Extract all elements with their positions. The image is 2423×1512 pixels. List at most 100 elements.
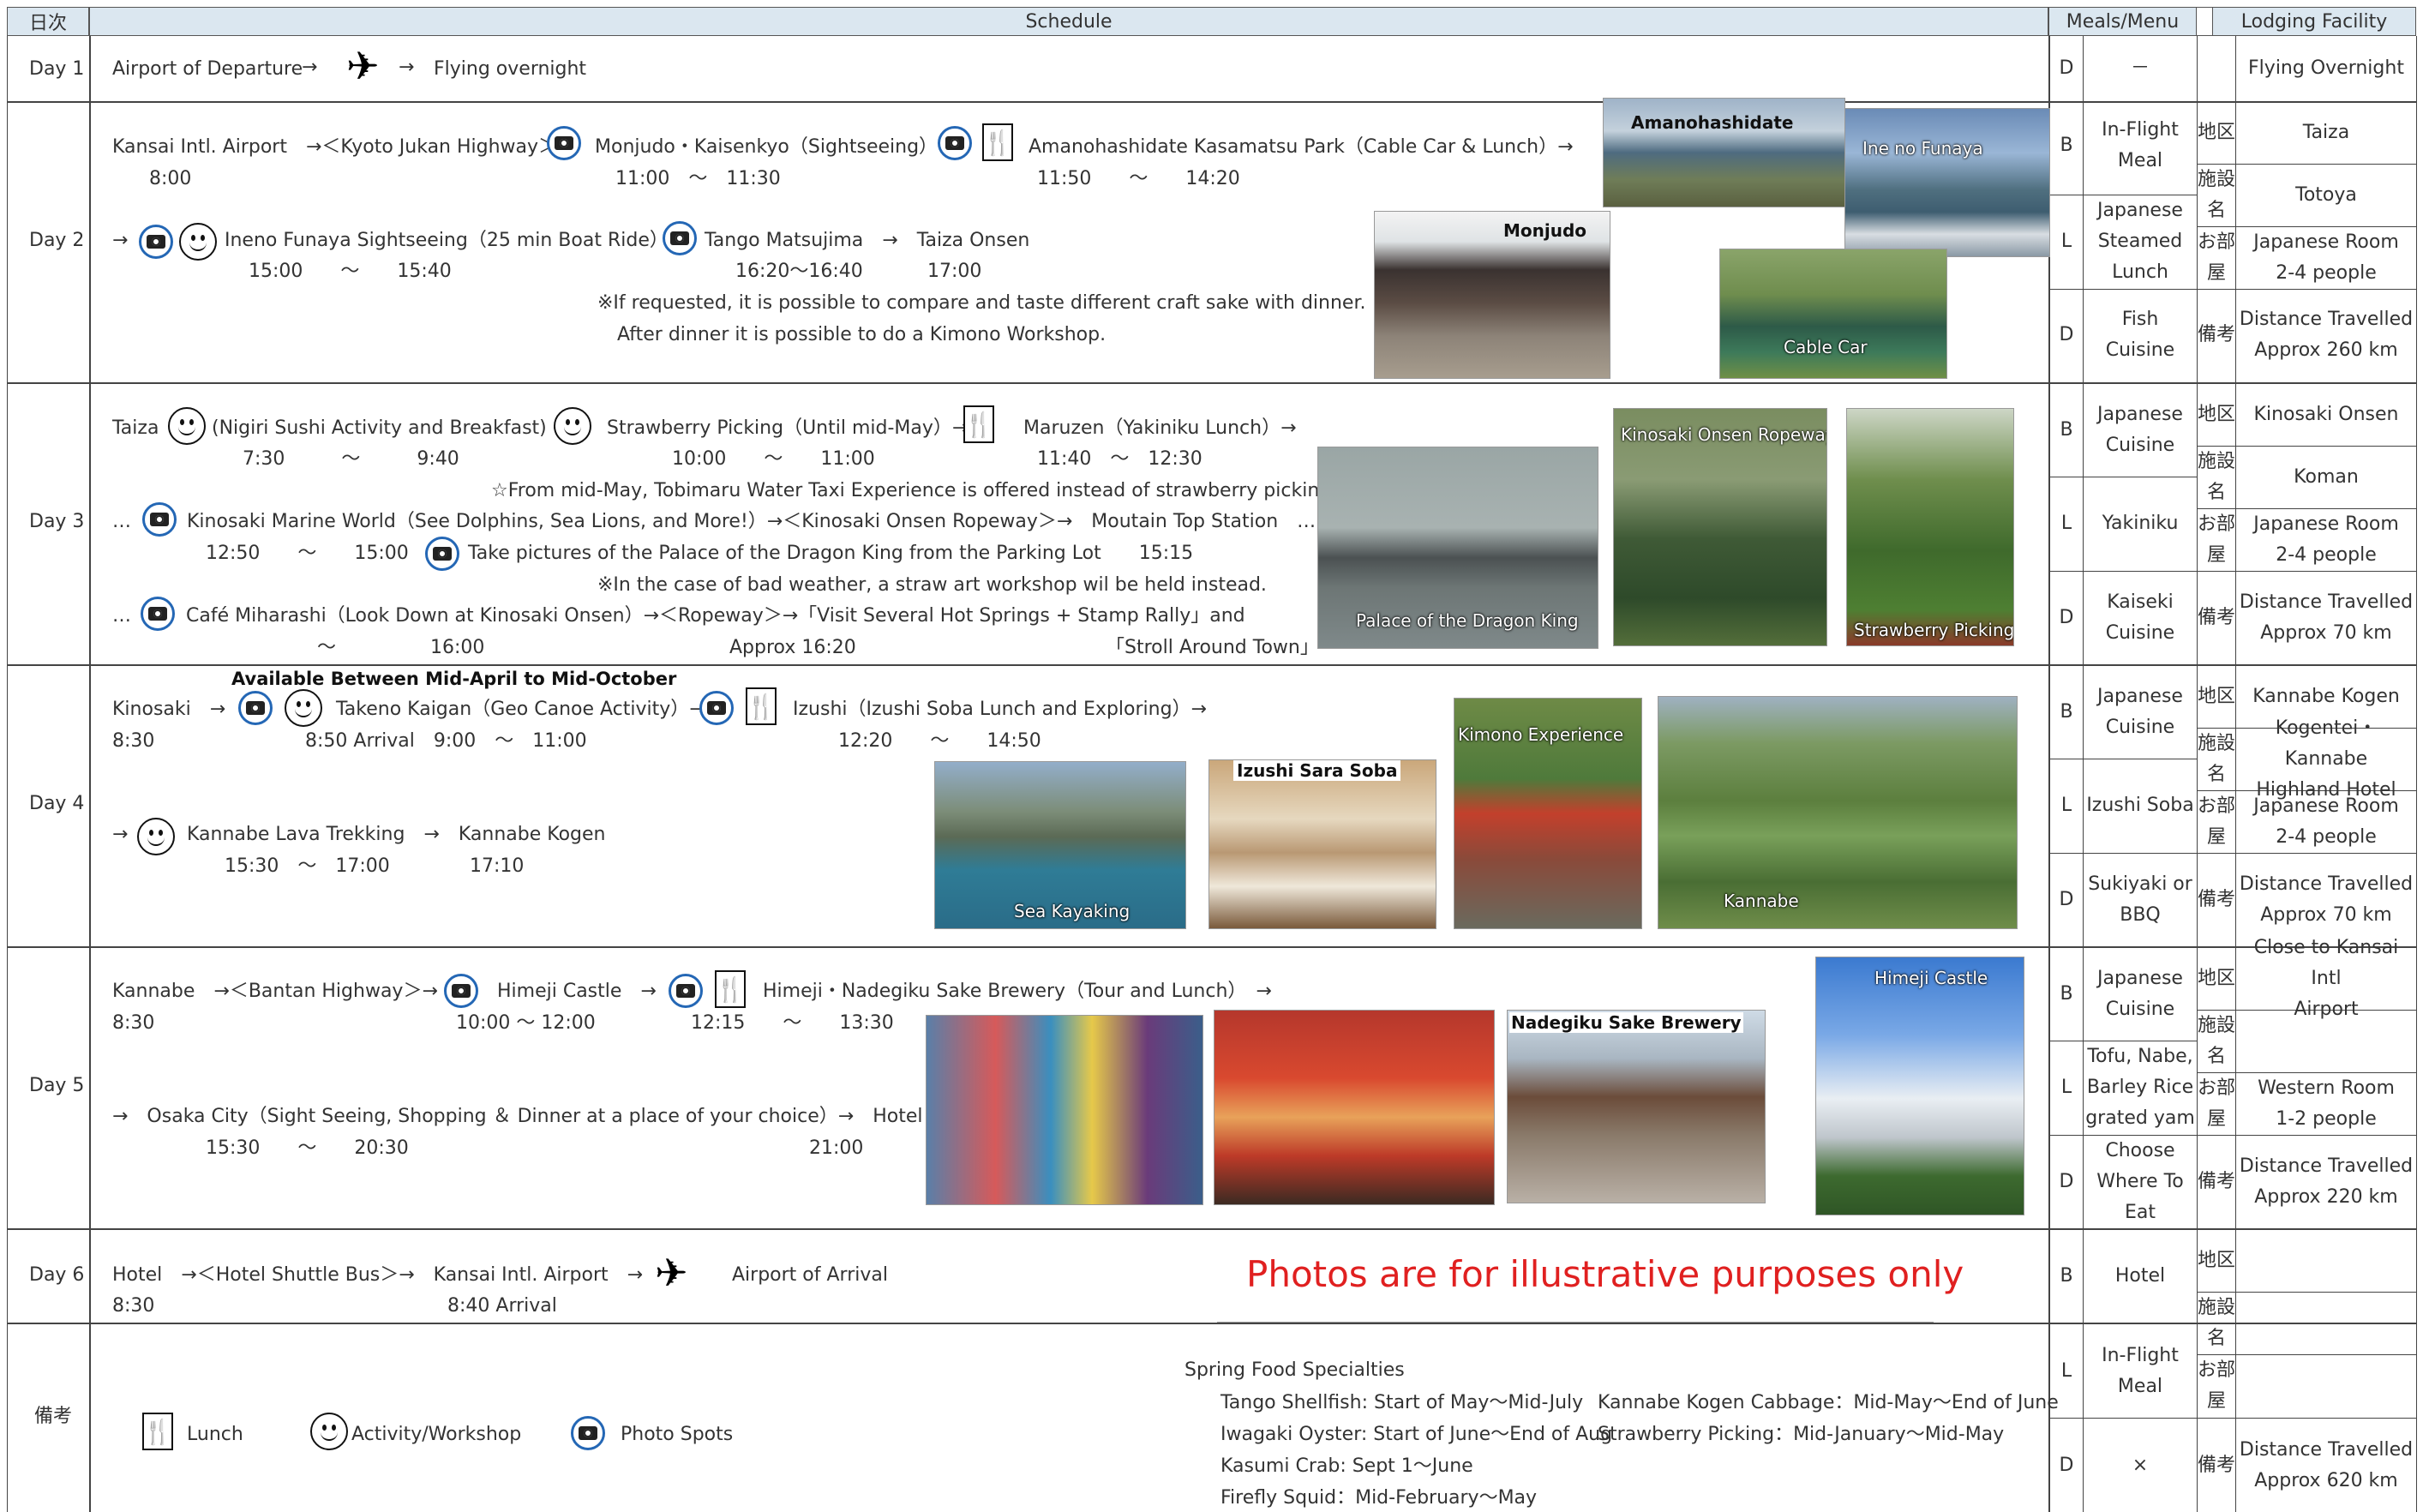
meal-code: D [2059, 888, 2074, 910]
schedule-time: 21:00 [809, 1137, 864, 1159]
lodging-label: 備考 [2198, 1454, 2236, 1476]
spring-item: Firefly Squid：Mid-February～May [1220, 1487, 1538, 1509]
schedule-line: Café Miharashi（Look Down at Kinosaki Ons… [186, 605, 1245, 627]
meal-text: Izushi Soba [2086, 795, 2194, 816]
photo-sea-kayaking: Sea Kayaking [934, 761, 1186, 929]
day1-depart: Airport of Departure [112, 58, 303, 80]
meal-code: D [2059, 1454, 2074, 1476]
schedule-time: 17:00 [927, 261, 982, 282]
schedule-line: Izushi（Izushi Soba Lunch and Exploring）→ [793, 699, 1207, 720]
meal-code: L [2060, 1359, 2072, 1382]
disclaimer: Photos are for illustrative purposes onl… [1246, 1253, 1964, 1295]
availability-note: Available Between Mid-April to Mid-Octob… [231, 669, 677, 689]
schedule-line: Kinosaki → [112, 699, 226, 720]
header-schedule: Schedule [89, 7, 2048, 36]
schedule-line: Amanohashidate Kasamatsu Park（Cable Car … [1029, 136, 1574, 158]
camera-icon [444, 974, 478, 1008]
fork-knife-icon: 🍴 [142, 1413, 173, 1450]
schedule-time: 12:15 ～ 13:30 [691, 1012, 894, 1034]
photo-osaka-crab [1214, 1010, 1495, 1205]
schedule-note: ※If requested, it is possible to compare… [597, 292, 1366, 314]
schedule-line: Takeno Kaigan（Geo Canoe Activity）→ [336, 699, 705, 720]
photo-osaka-city [926, 1015, 1203, 1205]
schedule-line: Ineno Funaya Sightseeing（25 min Boat Rid… [225, 230, 685, 251]
legend-photo: Photo Spots [621, 1424, 734, 1445]
lodging-label: お部屋 [2198, 1077, 2236, 1130]
camera-icon [142, 502, 177, 537]
lodging-note: Distance Travelled Approx 620 km [2239, 1438, 2414, 1491]
photo-kannabe: Kannabe [1658, 696, 2018, 929]
lodging-label: 施設名 [2198, 733, 2236, 785]
lodging-area: Taiza [2302, 122, 2350, 143]
camera-icon [663, 221, 697, 255]
meal-text: Japanese Cuisine [2097, 403, 2183, 456]
photo-nadegiku-brewery: Nadegiku Sake Brewery [1507, 1010, 1766, 1203]
meal-text: Choose Where To Eat [2096, 1139, 2184, 1223]
smiley-icon [179, 223, 217, 261]
lodging-facility: Kogentei・Kannabe Highland Hotel [2256, 717, 2396, 801]
lodging-label: 備考 [2198, 324, 2236, 345]
photo-himeji-castle: Himeji Castle [1815, 957, 2024, 1215]
meal-text: In-Flight Meal [2102, 1344, 2179, 1397]
camera-icon [669, 974, 703, 1008]
meal-code: L [2060, 1077, 2072, 1098]
schedule-time: 「Stroll Around Town」 [1106, 637, 1319, 658]
schedule-line: Tango Matsujima → Taiza Onsen [705, 230, 1030, 251]
lodging-label: 施設名 [2198, 1015, 2236, 1067]
day-label: Day 6 [29, 1264, 85, 1286]
schedule-time: 15:00 ～ 15:40 [249, 261, 452, 282]
lodging-label: お部屋 [2198, 795, 2236, 848]
meal-text: － [2130, 57, 2150, 79]
schedule-time: 11:50 ～ 14:20 [1037, 168, 1240, 189]
meal-text: Fish Cuisine [2105, 309, 2175, 361]
lodging-area: Kinosaki Onsen [2253, 403, 2399, 425]
photo-monjudo: Monjudo [1374, 211, 1610, 379]
lodging-label: 地区 [2198, 403, 2236, 425]
schedule-line: Hotel →＜Hotel Shuttle Bus＞→ Kansai Intl.… [112, 1264, 644, 1286]
lodging-label: 備考 [2198, 1170, 2236, 1192]
schedule-line: Himeji・Nadegiku Sake Brewery（Tour and Lu… [763, 981, 1272, 1002]
lodging-area: Close to Kansai Intl Airport [2253, 936, 2399, 1020]
meal-code: L [2060, 513, 2072, 534]
fork-knife-icon: 🍴 [715, 970, 746, 1008]
camera-icon [238, 691, 273, 725]
fork-knife-icon: 🍴 [963, 405, 994, 443]
lodging-label: 備考 [2198, 606, 2236, 628]
schedule-note: ※In the case of bad weather, a straw art… [597, 574, 1267, 596]
lodging-facility: Totoya [2295, 184, 2357, 206]
camera-icon [141, 597, 175, 631]
schedule-line: Kannabe →＜Bantan Highway＞→ [112, 981, 438, 1002]
legend-activity: Activity/Workshop [351, 1424, 522, 1445]
spring-title: Spring Food Specialties [1185, 1359, 1405, 1381]
schedule-line: Himeji Castle → [497, 981, 657, 1002]
schedule-time: 12:50 ～ 15:00 [206, 543, 409, 564]
lodging-label: 備考 [2198, 888, 2236, 910]
lodging-label: 地区 [2198, 1250, 2236, 1271]
smiley-icon [137, 818, 175, 855]
schedule-time: 15:30 ～ 17:00 [225, 855, 390, 877]
smiley-icon [310, 1413, 348, 1450]
lodging-text: Flying Overnight [2248, 57, 2404, 79]
lodging-note: Distance Travelled Approx 70 km [2239, 591, 2414, 644]
schedule-time: 8:30 [112, 1012, 155, 1034]
photo-cable-car: Cable Car [1719, 249, 1947, 379]
schedule-time: 16:20～16:40 [735, 261, 863, 282]
spring-item: Tango Shellfish: Start of May～Mid-July [1220, 1392, 1584, 1413]
spring-item: Strawberry Picking：Mid-January～Mid-May [1598, 1424, 2005, 1445]
meal-text: Japanese Steamed Lunch [2097, 200, 2183, 283]
day1-flying: Flying overnight [434, 58, 587, 80]
lodging-room: Japanese Room 2-4 people [2253, 513, 2399, 566]
schedule-line: Airport of Arrival [732, 1264, 888, 1286]
legend-lunch: Lunch [187, 1424, 243, 1445]
header-gap [2197, 7, 2212, 36]
day-label: Day 2 [29, 230, 85, 251]
photo-kinosaki-ropeway: Kinosaki Onsen Ropeway [1613, 408, 1827, 646]
meal-text: In-Flight Meal [2102, 119, 2179, 171]
header-lodging: Lodging Facility [2212, 7, 2416, 36]
lodging-facility [2236, 1011, 2416, 1072]
meal-text: Japanese Cuisine [2097, 685, 2183, 738]
meal-code: D [2059, 57, 2074, 79]
arrow: → [112, 230, 129, 251]
lodging-note: Distance Travelled Approx 260 km [2239, 309, 2414, 361]
schedule-time: 11:00 ～ 11:30 [615, 168, 781, 189]
